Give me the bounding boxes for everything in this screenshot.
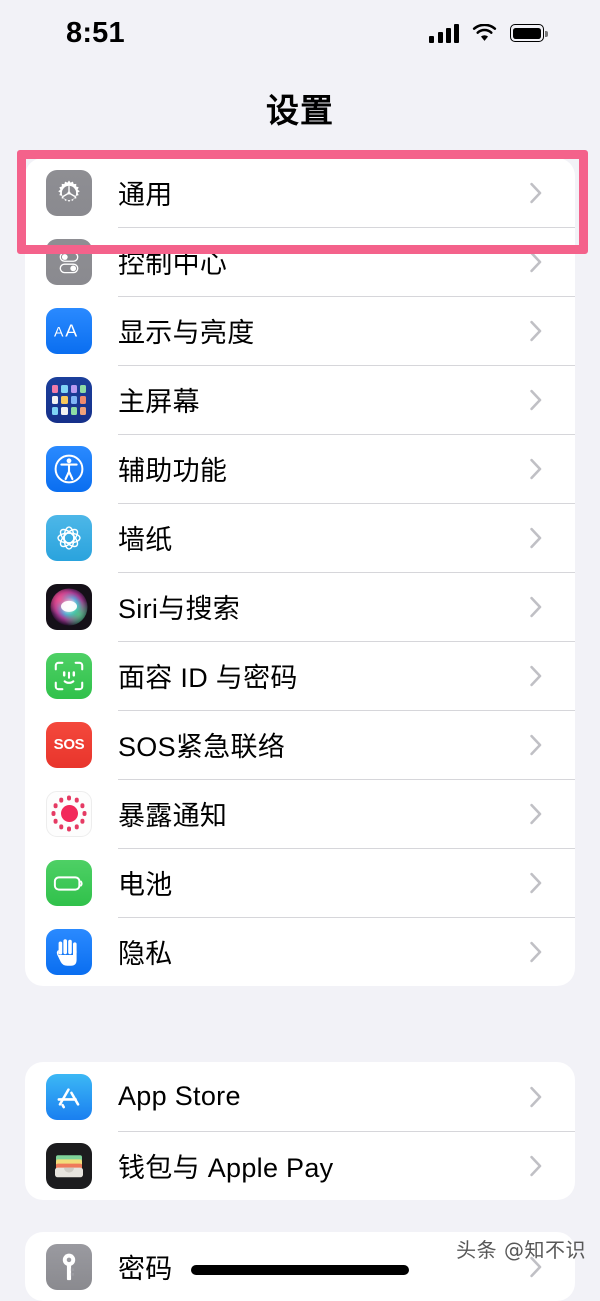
accessibility-icon xyxy=(46,445,92,492)
text-size-aa-icon: A A xyxy=(46,307,92,354)
status-bar: 8:51 xyxy=(0,0,600,66)
key-icon xyxy=(46,1243,92,1290)
settings-row-privacy[interactable]: 隐私 xyxy=(25,917,575,986)
settings-row-label: 暴露通知 xyxy=(118,801,228,831)
settings-row-label: 控制中心 xyxy=(118,249,228,279)
settings-row-emergency-sos[interactable]: SOS SOS紧急联络 xyxy=(25,710,575,779)
settings-row-label: 主屏幕 xyxy=(118,387,200,417)
settings-row-label: 辅助功能 xyxy=(118,456,228,486)
chevron-right-icon xyxy=(530,596,542,617)
iphone-settings-screen: 8:51 设置 通用 控制中心 A A 显示与亮度 主屏幕 辅助功能 墙纸 Si… xyxy=(0,0,600,1301)
chevron-right-icon xyxy=(530,320,542,341)
chevron-right-icon xyxy=(530,872,542,893)
settings-row-label: 隐私 xyxy=(118,939,173,969)
cellular-signal-icon xyxy=(429,23,459,43)
chevron-right-icon xyxy=(530,527,542,548)
settings-row-label: 电池 xyxy=(118,870,173,900)
settings-row-wallpaper[interactable]: 墙纸 xyxy=(25,503,575,572)
svg-text:A: A xyxy=(54,323,64,339)
settings-row-display-brightness[interactable]: A A 显示与亮度 xyxy=(25,296,575,365)
settings-row-app-store[interactable]: App Store xyxy=(25,1062,575,1131)
wifi-icon xyxy=(472,23,497,41)
sos-icon: SOS xyxy=(46,721,92,768)
status-bar-time: 8:51 xyxy=(66,16,125,49)
face-id-icon xyxy=(46,652,92,699)
chevron-right-icon xyxy=(530,182,542,203)
settings-row-label: App Store xyxy=(118,1081,241,1111)
watermark: 头条 @知不识 xyxy=(456,1238,586,1262)
settings-row-exposure-notifications[interactable]: 暴露通知 xyxy=(25,779,575,848)
gear-icon xyxy=(46,169,92,216)
svg-text:A: A xyxy=(65,320,77,340)
chevron-right-icon xyxy=(530,941,542,962)
settings-row-control-center[interactable]: 控制中心 xyxy=(25,227,575,296)
settings-row-label: 通用 xyxy=(118,180,173,210)
page-title: 设置 xyxy=(266,92,334,129)
chevron-right-icon xyxy=(530,251,542,272)
home-indicator xyxy=(191,1265,409,1275)
app-store-icon xyxy=(46,1073,92,1120)
battery-icon xyxy=(510,24,548,42)
settings-row-home-screen[interactable]: 主屏幕 xyxy=(25,365,575,434)
chevron-right-icon xyxy=(530,389,542,410)
home-screen-grid-icon xyxy=(46,376,92,423)
battery-icon xyxy=(46,859,92,906)
chevron-right-icon xyxy=(530,803,542,824)
settings-row-general[interactable]: 通用 xyxy=(25,158,575,227)
settings-row-battery[interactable]: 电池 xyxy=(25,848,575,917)
siri-orb-icon xyxy=(46,583,92,630)
settings-group-main: 通用 控制中心 A A 显示与亮度 主屏幕 辅助功能 墙纸 Siri与搜索 面容… xyxy=(25,158,575,986)
chevron-right-icon xyxy=(530,458,542,479)
settings-row-label: Siri与搜索 xyxy=(118,594,241,624)
toggles-icon xyxy=(46,238,92,285)
chevron-right-icon xyxy=(530,734,542,755)
settings-row-label: SOS紧急联络 xyxy=(118,732,286,762)
settings-row-siri-search[interactable]: Siri与搜索 xyxy=(25,572,575,641)
settings-row-label: 密码 xyxy=(118,1254,173,1284)
status-bar-indicators xyxy=(429,23,548,43)
settings-row-label: 钱包与 Apple Pay xyxy=(118,1153,334,1183)
wallet-icon xyxy=(46,1142,92,1189)
settings-row-label: 墙纸 xyxy=(118,525,173,555)
settings-row-accessibility[interactable]: 辅助功能 xyxy=(25,434,575,503)
settings-row-wallet-apple-pay[interactable]: 钱包与 Apple Pay xyxy=(25,1131,575,1200)
settings-row-face-id-passcode[interactable]: 面容 ID 与密码 xyxy=(25,641,575,710)
chevron-right-icon xyxy=(530,1086,542,1107)
settings-row-label: 显示与亮度 xyxy=(118,318,255,348)
chevron-right-icon xyxy=(530,665,542,686)
settings-row-label: 面容 ID 与密码 xyxy=(118,663,298,693)
settings-group-store: App Store 钱包与 Apple Pay xyxy=(25,1062,575,1200)
exposure-dots-icon xyxy=(46,790,92,837)
privacy-hand-icon xyxy=(46,928,92,975)
wallpaper-flower-icon xyxy=(46,514,92,561)
chevron-right-icon xyxy=(530,1155,542,1176)
